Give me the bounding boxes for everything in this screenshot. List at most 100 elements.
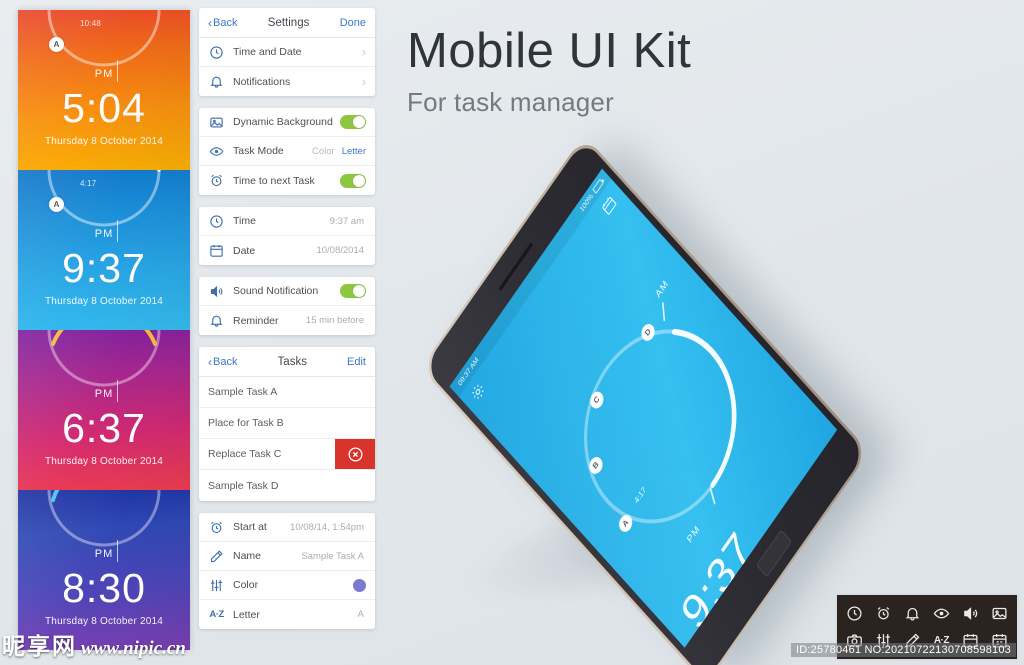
tasks-title: Tasks [277, 355, 307, 368]
headline-block: Mobile UI Kit For task manager [407, 24, 692, 118]
time-to-next-task-toggle[interactable] [340, 173, 366, 188]
task-detail-panel: Start at 10/08/14, 1:54pm Name Sample Ta… [199, 513, 375, 629]
task-mode-segment[interactable]: Color Letter [312, 146, 366, 157]
sliders-icon [208, 577, 225, 594]
chevron-left-icon: ‹ [208, 354, 212, 369]
start-at-label: Start at [233, 521, 267, 533]
task-list-item[interactable]: Sample Task A [199, 377, 375, 408]
color-swatch[interactable] [353, 578, 366, 592]
settings-navbar: ‹ Back Settings Done [199, 8, 375, 38]
clock-card[interactable]: 4:17 A PM 9:37 Thursday 8 October 2014 [18, 170, 190, 330]
ampm-label: PM [94, 548, 114, 560]
settings-row-task-mode[interactable]: Task Mode Color Letter [199, 137, 375, 166]
tasks-edit-button[interactable]: Edit [347, 356, 366, 368]
task-mode-option-letter[interactable]: Letter [342, 146, 366, 157]
ampm-label: PM [94, 388, 114, 400]
start-at-row[interactable]: Start at 10/08/14, 1:54pm [199, 513, 375, 542]
task-mode-option-color[interactable]: Color [312, 146, 335, 157]
tasks-panel: ‹ Back Tasks Edit Sample Task A Place fo… [199, 347, 375, 501]
clock-ring [40, 490, 168, 554]
settings-row-notifications[interactable]: Notifications › [199, 67, 375, 96]
alarm-icon[interactable] [875, 605, 892, 622]
settings-row-time-and-date[interactable]: Time and Date › [199, 38, 375, 67]
bell-icon[interactable] [904, 605, 921, 622]
settings-row-label: Notifications [233, 75, 291, 88]
speaker-icon [208, 283, 225, 300]
task-list-item[interactable]: Place for Task B [199, 408, 375, 439]
clock-ring [40, 330, 168, 394]
watermark-site: 昵享网 www.nipic.cn [2, 627, 186, 661]
settings-row-label: Time to next Task [233, 174, 315, 187]
page-title: Mobile UI Kit [407, 24, 692, 78]
clock-time: 6:37 [62, 405, 146, 451]
ampm-tick [117, 540, 118, 562]
task-delete-button[interactable] [335, 439, 375, 469]
clock-card[interactable]: 10:48 A PM 5:04 Thursday 8 October 2014 [18, 10, 190, 170]
date-row[interactable]: Date 10/08/2014 [199, 236, 375, 265]
name-row[interactable]: Name Sample Task A [199, 542, 375, 571]
clock-time: 5:04 [62, 85, 146, 131]
pencil-icon [208, 548, 225, 565]
settings-row-label: Task Mode [233, 145, 284, 157]
clock-card[interactable]: PM 8:30 Thursday 8 October 2014 [18, 490, 190, 650]
settings-done-button[interactable]: Done [340, 17, 366, 29]
name-row-value: Sample Task A [301, 550, 364, 562]
clock-card-column: 10:48 A PM 5:04 Thursday 8 October 2014 … [18, 10, 190, 650]
letter-row[interactable]: A·Z Letter A [199, 600, 375, 629]
date-row-value: 10/08/2014 [316, 245, 364, 256]
name-row-label: Name [233, 550, 262, 562]
clock-date: Thursday 8 October 2014 [45, 616, 163, 627]
speaker-icon[interactable] [962, 605, 979, 622]
tasks-back-label: Back [213, 355, 238, 368]
clock-icon [208, 44, 225, 61]
notification-panel: Sound Notification Reminder 15 min befor… [199, 277, 375, 335]
gear-icon[interactable] [468, 379, 490, 407]
letter-row-label: Letter [233, 608, 260, 621]
settings-row-label: Dynamic Background [233, 116, 333, 128]
clock-icon[interactable] [846, 605, 863, 622]
chevron-right-icon: › [362, 45, 366, 59]
chevron-left-icon: ‹ [208, 15, 212, 30]
time-row[interactable]: Time 9:37 am [199, 207, 375, 236]
ampm-label: PM [94, 228, 114, 240]
ampm-tick [117, 380, 118, 402]
calendar-icon[interactable] [599, 193, 621, 221]
sound-notification-label: Sound Notification [233, 285, 319, 297]
calendar-icon [208, 242, 225, 259]
tasks-back-button[interactable]: ‹ Back [208, 356, 237, 368]
clock-date: Thursday 8 October 2014 [45, 296, 163, 307]
task-list-item[interactable]: Replace Task C [199, 439, 375, 470]
start-at-value: 10/08/14, 1:54pm [290, 521, 364, 533]
alarm-icon [208, 172, 225, 189]
dynamic-background-toggle[interactable] [340, 115, 366, 129]
image-icon[interactable] [991, 605, 1008, 622]
settings-row-time-to-next-task[interactable]: Time to next Task [199, 166, 375, 195]
settings-row-dynamic-background[interactable]: Dynamic Background [199, 108, 375, 137]
toggle-knob [353, 116, 365, 128]
date-row-label: Date [233, 244, 256, 257]
task-marker-a[interactable]: A [49, 37, 64, 52]
reminder-row[interactable]: Reminder 15 min before [199, 306, 375, 335]
watermark-id: ID:25780461 NO:20210722130708598103 [791, 643, 1016, 657]
color-row[interactable]: Color [199, 571, 375, 600]
phone-status-bar: 09:37 AM 100% [449, 168, 612, 397]
task-marker-a[interactable]: A [49, 197, 64, 212]
clock-card[interactable]: PM 6:37 Thursday 8 October 2014 [18, 330, 190, 490]
settings-back-button[interactable]: ‹ Back [208, 17, 237, 29]
eye-icon [208, 143, 225, 160]
ampm-tick [117, 220, 118, 242]
reminder-value: 15 min before [305, 315, 364, 326]
tasks-navbar: ‹ Back Tasks Edit [199, 347, 375, 377]
task-label: Sample Task D [208, 479, 279, 492]
image-icon [208, 114, 225, 131]
clock-date: Thursday 8 October 2014 [45, 456, 163, 467]
time-date-panel: Time 9:37 am Date 10/08/2014 [199, 207, 375, 265]
sound-notification-row[interactable]: Sound Notification [199, 277, 375, 306]
bell-icon [208, 73, 225, 90]
task-time-label: 10:48 [80, 19, 102, 28]
task-list-item[interactable]: Sample Task D [199, 470, 375, 501]
toggle-knob [353, 174, 365, 187]
sound-notification-toggle[interactable] [340, 284, 366, 298]
eye-icon[interactable] [933, 605, 950, 622]
settings-row-label: Time and Date [233, 46, 302, 58]
